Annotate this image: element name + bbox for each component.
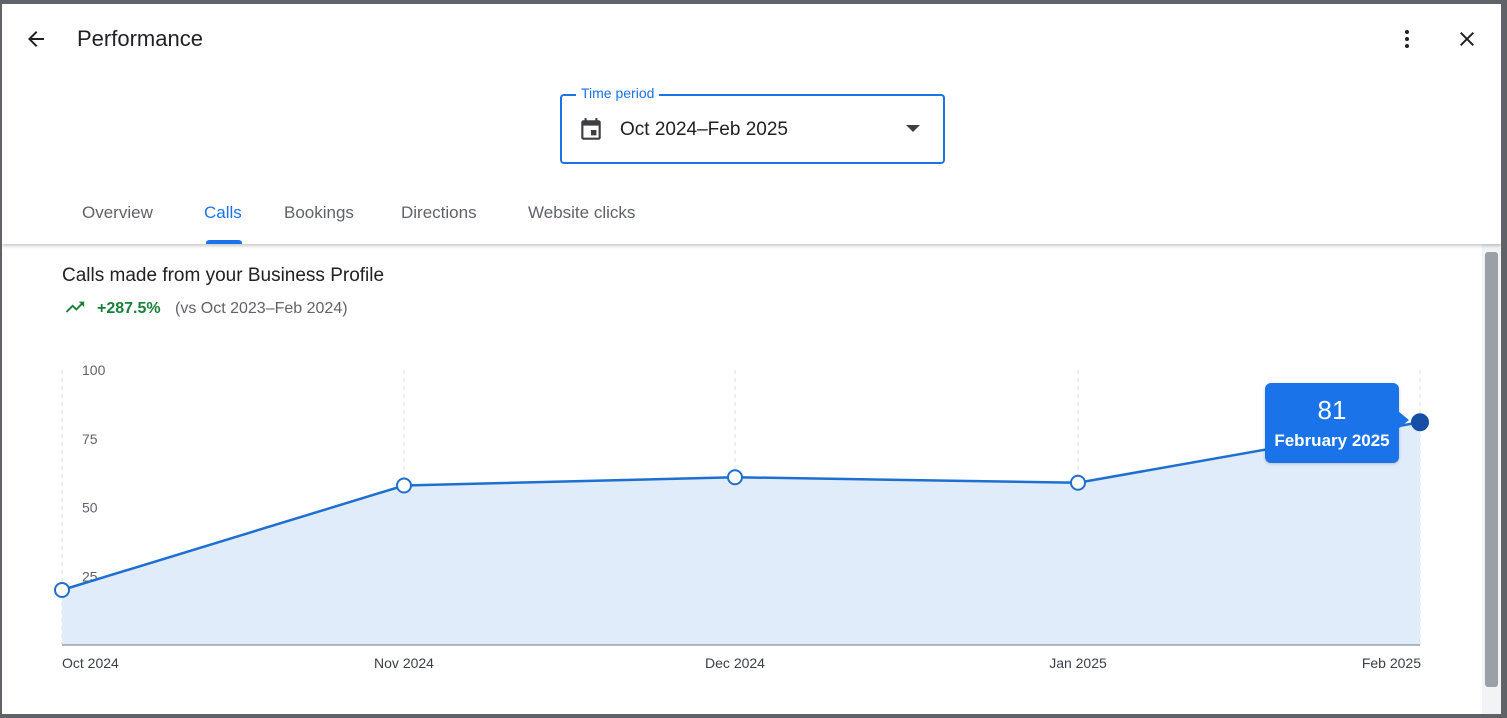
tab-overview[interactable]: Overview [82, 190, 153, 244]
tooltip-value: 81 [1317, 395, 1347, 425]
y-tick-label: 50 [82, 500, 98, 516]
area-fill [62, 422, 1420, 645]
data-point [727, 469, 743, 486]
x-tick-label: Jan 2025 [1049, 655, 1107, 671]
scrollbar[interactable] [1482, 244, 1501, 714]
tab-bar: Overview Calls Bookings Directions Websi… [2, 190, 1501, 244]
dropdown-arrow-icon [906, 125, 920, 132]
x-tick-label: Feb 2025 [1362, 655, 1421, 671]
data-point [396, 477, 412, 494]
x-tick-label: Nov 2024 [374, 655, 434, 671]
y-tick-label: 75 [82, 431, 98, 447]
more-vert-icon [1405, 30, 1409, 48]
close-button[interactable] [1447, 19, 1487, 59]
time-period-select[interactable]: Time period Oct 2024–Feb 2025 [560, 85, 945, 164]
data-point [1411, 413, 1429, 432]
data-point [1070, 474, 1086, 491]
time-period-value: Oct 2024–Feb 2025 [620, 119, 788, 140]
x-tick-label: Oct 2024 [62, 655, 119, 671]
back-button[interactable] [16, 19, 56, 59]
tab-bookings[interactable]: Bookings [284, 190, 354, 244]
performance-dialog: Performance Time period Oct 2024–Feb 202… [2, 4, 1501, 714]
tab-directions[interactable]: Directions [401, 190, 477, 244]
tab-website-clicks[interactable]: Website clicks [528, 190, 635, 244]
data-point [54, 582, 70, 598]
y-tick-label: 100 [82, 362, 106, 378]
close-icon [1460, 32, 1474, 46]
tooltip-label: February 2025 [1274, 431, 1390, 450]
x-tick-label: Dec 2024 [705, 655, 765, 671]
time-period-label: Time period [576, 85, 660, 101]
tab-calls[interactable]: Calls [204, 190, 242, 244]
dialog-header: Performance Time period Oct 2024–Feb 202… [2, 4, 1501, 244]
active-tab-indicator [206, 240, 242, 244]
calendar-icon [581, 118, 601, 140]
calls-area-chart: 100755025Oct 2024 Nov 2024 Dec 2024 Jan 202… [54, 362, 1429, 671]
scrollbar-thumb[interactable] [1485, 252, 1498, 687]
chart-tooltip: 81 February 2025 [1265, 383, 1409, 463]
chart-card: Calls made from your Business Profile +2… [2, 244, 1482, 714]
arrow-back-icon [28, 31, 44, 47]
more-options-button[interactable] [1387, 19, 1427, 59]
page-title: Performance [77, 26, 203, 51]
